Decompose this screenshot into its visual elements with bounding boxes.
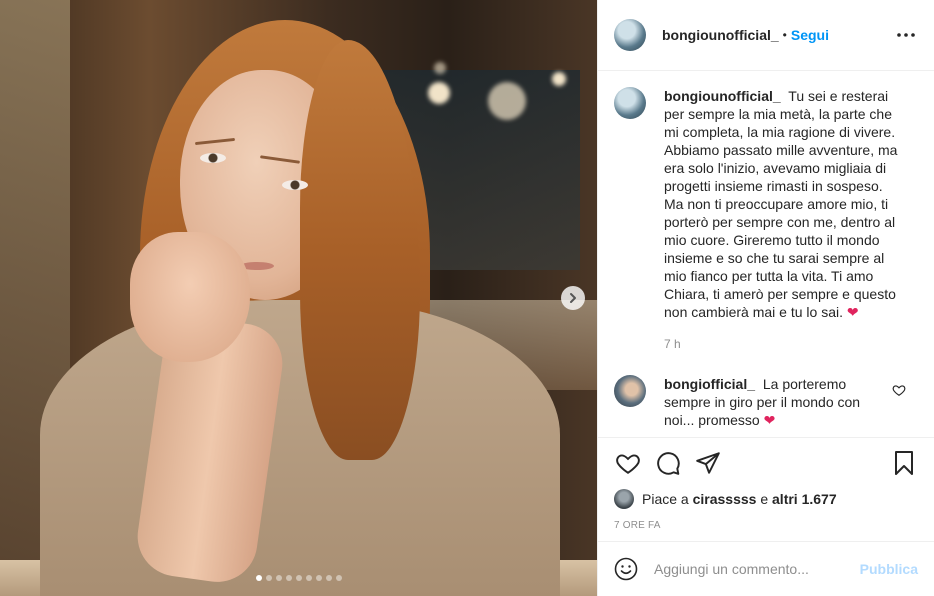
- carousel-dot: [326, 575, 332, 581]
- carousel-dot: [306, 575, 312, 581]
- add-comment-bar: Pubblica: [598, 541, 934, 596]
- heart-outline-icon: [892, 385, 906, 396]
- avatar[interactable]: [614, 19, 646, 51]
- comment-input[interactable]: [654, 561, 860, 577]
- likes-others[interactable]: altri 1.677: [772, 491, 837, 507]
- emoji-button[interactable]: [614, 557, 638, 581]
- chevron-right-icon: [570, 293, 576, 303]
- avatar[interactable]: [614, 87, 646, 119]
- bokeh-light: [552, 72, 566, 86]
- eye: [200, 153, 226, 163]
- instagram-post: bongiounofficial_ • Segui bongiounoffici…: [0, 0, 934, 596]
- heart-emoji: ❤: [846, 304, 859, 320]
- bokeh-light: [488, 82, 526, 120]
- likes-user[interactable]: cirasssss: [693, 491, 757, 507]
- carousel-dot: [296, 575, 302, 581]
- likes-text[interactable]: Piace a cirasssss e altri 1.677: [642, 491, 837, 507]
- post-side-panel: bongiounofficial_ • Segui bongiounoffici…: [597, 0, 934, 596]
- caption-text: Tu sei e resterai per sempre la mia metà…: [664, 88, 898, 320]
- comment-button[interactable]: [654, 449, 682, 477]
- comment-like-button[interactable]: [892, 383, 906, 397]
- follow-button[interactable]: Segui: [791, 27, 829, 43]
- share-button[interactable]: [694, 449, 722, 477]
- bokeh-light: [434, 62, 446, 74]
- eye: [282, 180, 308, 190]
- save-button[interactable]: [890, 449, 918, 477]
- bookmark-icon: [895, 451, 913, 475]
- caption-username[interactable]: bongiounofficial_: [664, 88, 781, 104]
- post-actions-area: Piace a cirasssss e altri 1.677 7 ORE FA: [598, 437, 934, 541]
- carousel-dot: [316, 575, 322, 581]
- comment: bongiofficial_ La porteremo sempre in gi…: [614, 375, 918, 429]
- heart-outline-icon: [616, 454, 640, 474]
- smiley-icon: [614, 557, 638, 581]
- bokeh-light: [428, 82, 450, 104]
- carousel-dot: [286, 575, 292, 581]
- comment-username[interactable]: bongiofficial_: [664, 376, 755, 392]
- caption-text-block: bongiounofficial_ Tu sei e resterai per …: [664, 87, 904, 321]
- likes-middle: e: [760, 491, 769, 507]
- like-button[interactable]: [614, 449, 642, 477]
- likes-summary: Piace a cirasssss e altri 1.677: [598, 488, 934, 510]
- more-options-button[interactable]: [894, 23, 918, 47]
- likes-prefix: Piace a: [642, 491, 689, 507]
- caption-timestamp[interactable]: 7 h: [664, 337, 918, 351]
- comment-icon: [657, 452, 680, 475]
- avatar[interactable]: [614, 375, 646, 407]
- paper-plane-icon: [696, 452, 720, 474]
- carousel-dot: [276, 575, 282, 581]
- heart-emoji: ❤: [763, 412, 776, 428]
- separator: •: [782, 28, 787, 42]
- caption: bongiounofficial_ Tu sei e resterai per …: [614, 87, 918, 321]
- carousel-dot: [256, 575, 262, 581]
- carousel-dot: [336, 575, 342, 581]
- action-bar: [598, 438, 934, 488]
- post-photo[interactable]: [0, 0, 597, 596]
- more-horizontal-icon: [897, 33, 915, 37]
- carousel-dot: [266, 575, 272, 581]
- hand: [130, 232, 250, 362]
- post-header: bongiounofficial_ • Segui: [598, 0, 934, 71]
- comments-section: bongiounofficial_ Tu sei e resterai per …: [598, 71, 934, 437]
- post-time[interactable]: 7 ORE FA: [598, 520, 934, 531]
- comment-text-block: bongiofficial_ La porteremo sempre in gi…: [664, 375, 884, 429]
- next-slide-button[interactable]: [561, 286, 585, 310]
- carousel-indicator: [256, 575, 342, 581]
- header-username[interactable]: bongiounofficial_: [662, 27, 779, 43]
- avatar[interactable]: [614, 489, 634, 509]
- publish-button[interactable]: Pubblica: [860, 561, 918, 577]
- sweater: [40, 300, 560, 596]
